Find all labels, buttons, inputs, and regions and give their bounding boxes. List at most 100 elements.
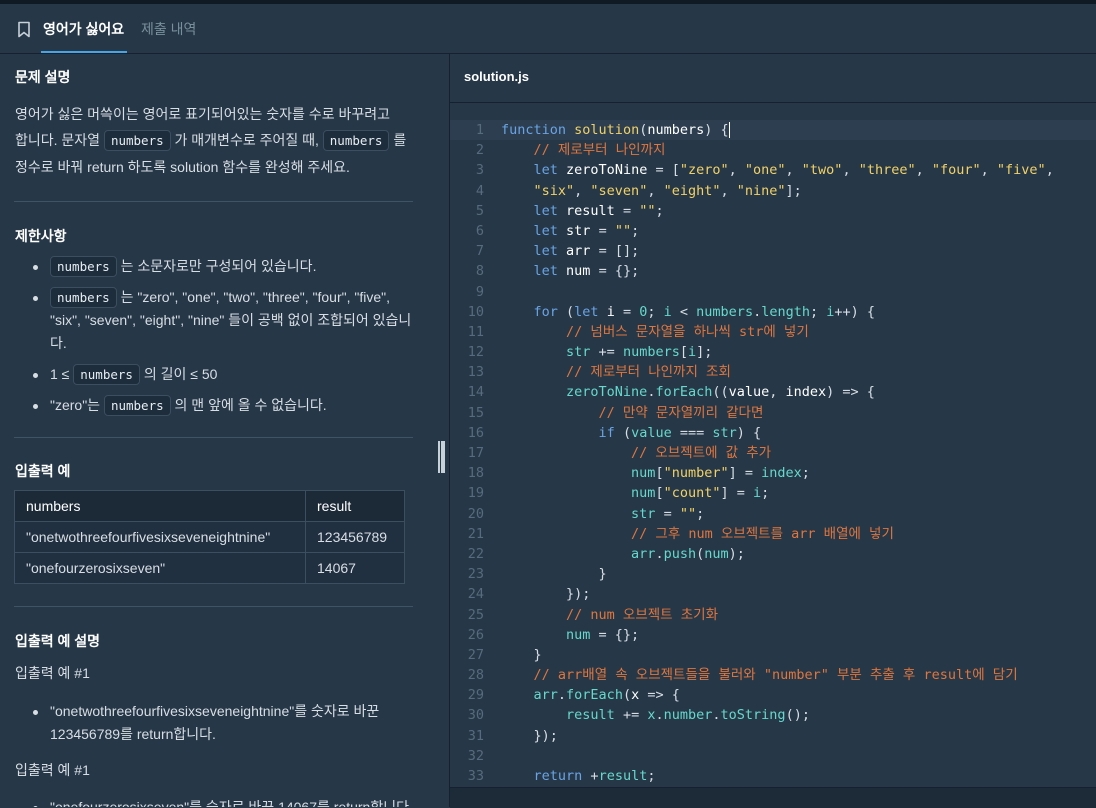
line-number: 22 xyxy=(467,545,484,562)
code-line[interactable]: 18 num["number"] = index; xyxy=(450,463,1096,483)
tab-submissions[interactable]: 제출 내역 xyxy=(141,19,196,39)
code-line[interactable]: 4 "six", "seven", "eight", "nine"]; xyxy=(450,181,1096,201)
code-line[interactable]: 11 // 넘버스 문자열을 하나씩 str에 넣기 xyxy=(450,322,1096,342)
code-token: ; xyxy=(761,485,770,502)
code-line[interactable]: 27 } xyxy=(450,645,1096,665)
code-line[interactable]: 5 let result = ""; xyxy=(450,201,1096,221)
code-token: numbers xyxy=(696,303,754,320)
table-cell: "onetwothreefourfivesixseveneightnine" xyxy=(14,521,306,553)
tab-bar: 영어가 싫어요 제출 내역 xyxy=(0,4,1096,54)
code-token: , xyxy=(574,182,591,199)
line-number: 20 xyxy=(467,505,484,522)
code-token: num xyxy=(566,626,591,643)
code-line[interactable]: 2 // 제로부터 나인까지 xyxy=(450,140,1096,160)
code-token: ; xyxy=(647,303,664,320)
code-line[interactable]: 21 // 그후 num 오브젝트를 arr 배열에 넣기 xyxy=(450,524,1096,544)
code-token: = xyxy=(614,202,640,219)
code-chip: numbers xyxy=(103,395,171,416)
code-token: x xyxy=(631,687,640,704)
bookmark-icon[interactable] xyxy=(17,21,31,38)
code-token: // arr배열 속 오브젝트들을 불러와 "number" 부분 추출 후 r… xyxy=(533,667,1018,684)
code-token: value xyxy=(631,424,672,441)
code-token: ]; xyxy=(785,182,802,199)
code-token: = {}; xyxy=(590,263,640,280)
code-line[interactable]: 1 function solution(numbers) { xyxy=(450,120,1096,141)
code-token: for xyxy=(533,303,558,320)
code-token: forEach xyxy=(655,384,713,401)
code-line[interactable]: 10 for (let i = 0; i < numbers.length; i… xyxy=(450,302,1096,322)
code-line[interactable]: 6 let str = ""; xyxy=(450,221,1096,241)
code-line[interactable]: 16 if (value === str) { xyxy=(450,423,1096,443)
code-line[interactable]: 30 result += x.number.toString(); xyxy=(450,705,1096,725)
code-token: numbers xyxy=(622,344,680,361)
code-token: arr xyxy=(566,243,591,260)
code-line[interactable]: 33 return +result; xyxy=(450,766,1096,786)
code-token: i xyxy=(663,303,672,320)
code-token: (( xyxy=(712,384,729,401)
code-line[interactable]: 24 }); xyxy=(450,584,1096,604)
code-token: = {}; xyxy=(590,626,640,643)
code-token: "" xyxy=(639,202,656,219)
code-line[interactable]: 12 str += numbers[i]; xyxy=(450,342,1096,362)
drag-handle-icon[interactable] xyxy=(438,441,445,473)
code-line[interactable]: 15 // 만약 문자열끼리 같다면 xyxy=(450,403,1096,423)
code-line[interactable]: 3 let zeroToNine = ["zero", "one", "two"… xyxy=(450,160,1096,180)
code-line[interactable]: 7 let arr = []; xyxy=(450,241,1096,261)
code-line[interactable]: 9 xyxy=(450,282,1096,302)
code-lines[interactable]: 1 function solution(numbers) {2 // 제로부터 나… xyxy=(450,120,1096,786)
code-token: result xyxy=(566,707,615,724)
code-token: < xyxy=(671,303,697,320)
code-token: ( xyxy=(622,687,632,704)
code-editor[interactable]: 1 function solution(numbers) {2 // 제로부터 나… xyxy=(450,103,1096,787)
constraint-item: numbers 는 "zero", "one", "two", "three",… xyxy=(15,286,420,355)
code-token: "" xyxy=(679,505,697,522)
code-token: num xyxy=(704,545,729,562)
problem-panel[interactable]: 문제 설명 영어가 싫은 머쓱이는 영어로 표기되어있는 숫자를 수로 바꾸려고… xyxy=(0,54,430,807)
code-token: "one" xyxy=(744,162,786,179)
io-explain-example-title: 입출력 예 #1 xyxy=(15,665,90,681)
code-line[interactable]: 14 zeroToNine.forEach((value, index) => … xyxy=(450,382,1096,402)
code-line[interactable]: 13 // 제로부터 나인까지 조회 xyxy=(450,362,1096,382)
code-line[interactable]: 20 str = ""; xyxy=(450,504,1096,524)
code-line[interactable]: 31 }); xyxy=(450,726,1096,746)
code-token: === xyxy=(671,424,713,441)
code-chip: numbers xyxy=(103,130,171,151)
code-line[interactable]: 32 xyxy=(450,746,1096,766)
line-number: 1 xyxy=(475,122,484,138)
code-token: let xyxy=(533,162,558,179)
tab-problem[interactable]: 영어가 싫어요 xyxy=(43,19,124,39)
code-token: index xyxy=(761,465,802,482)
code-line[interactable]: 28 // arr배열 속 오브젝트들을 불러와 "number" 부분 추출 … xyxy=(450,665,1096,685)
code-line[interactable]: 19 num["count"] = i; xyxy=(450,483,1096,503)
line-number: 21 xyxy=(467,525,484,542)
code-line[interactable]: 26 num = {}; xyxy=(450,625,1096,645)
code-token: ; xyxy=(647,768,656,784)
code-token: result xyxy=(566,202,615,219)
code-line[interactable]: 17 // 오브젝트에 값 추가 xyxy=(450,443,1096,463)
code-token: ; xyxy=(655,202,664,219)
editor-horizontal-scrollbar[interactable] xyxy=(450,787,1096,808)
line-number: 28 xyxy=(467,667,484,684)
code-line[interactable]: 23 } xyxy=(450,564,1096,584)
code-token: } xyxy=(501,566,607,583)
code-chip: numbers xyxy=(50,287,117,308)
code-token: "number" xyxy=(663,465,729,482)
code-line[interactable]: 29 arr.forEach(x => { xyxy=(450,685,1096,705)
text-cursor xyxy=(728,122,730,138)
code-line[interactable]: 8 let num = {}; xyxy=(450,261,1096,281)
code-token: "two" xyxy=(801,162,843,179)
code-line[interactable]: 22 arr.push(num); xyxy=(450,544,1096,564)
panel-splitter[interactable] xyxy=(430,54,450,807)
io-example-heading: 입출력 예 xyxy=(15,463,71,479)
code-line[interactable]: 25 // num 오브젝트 초기화 xyxy=(450,605,1096,625)
active-tab-indicator xyxy=(41,51,127,53)
